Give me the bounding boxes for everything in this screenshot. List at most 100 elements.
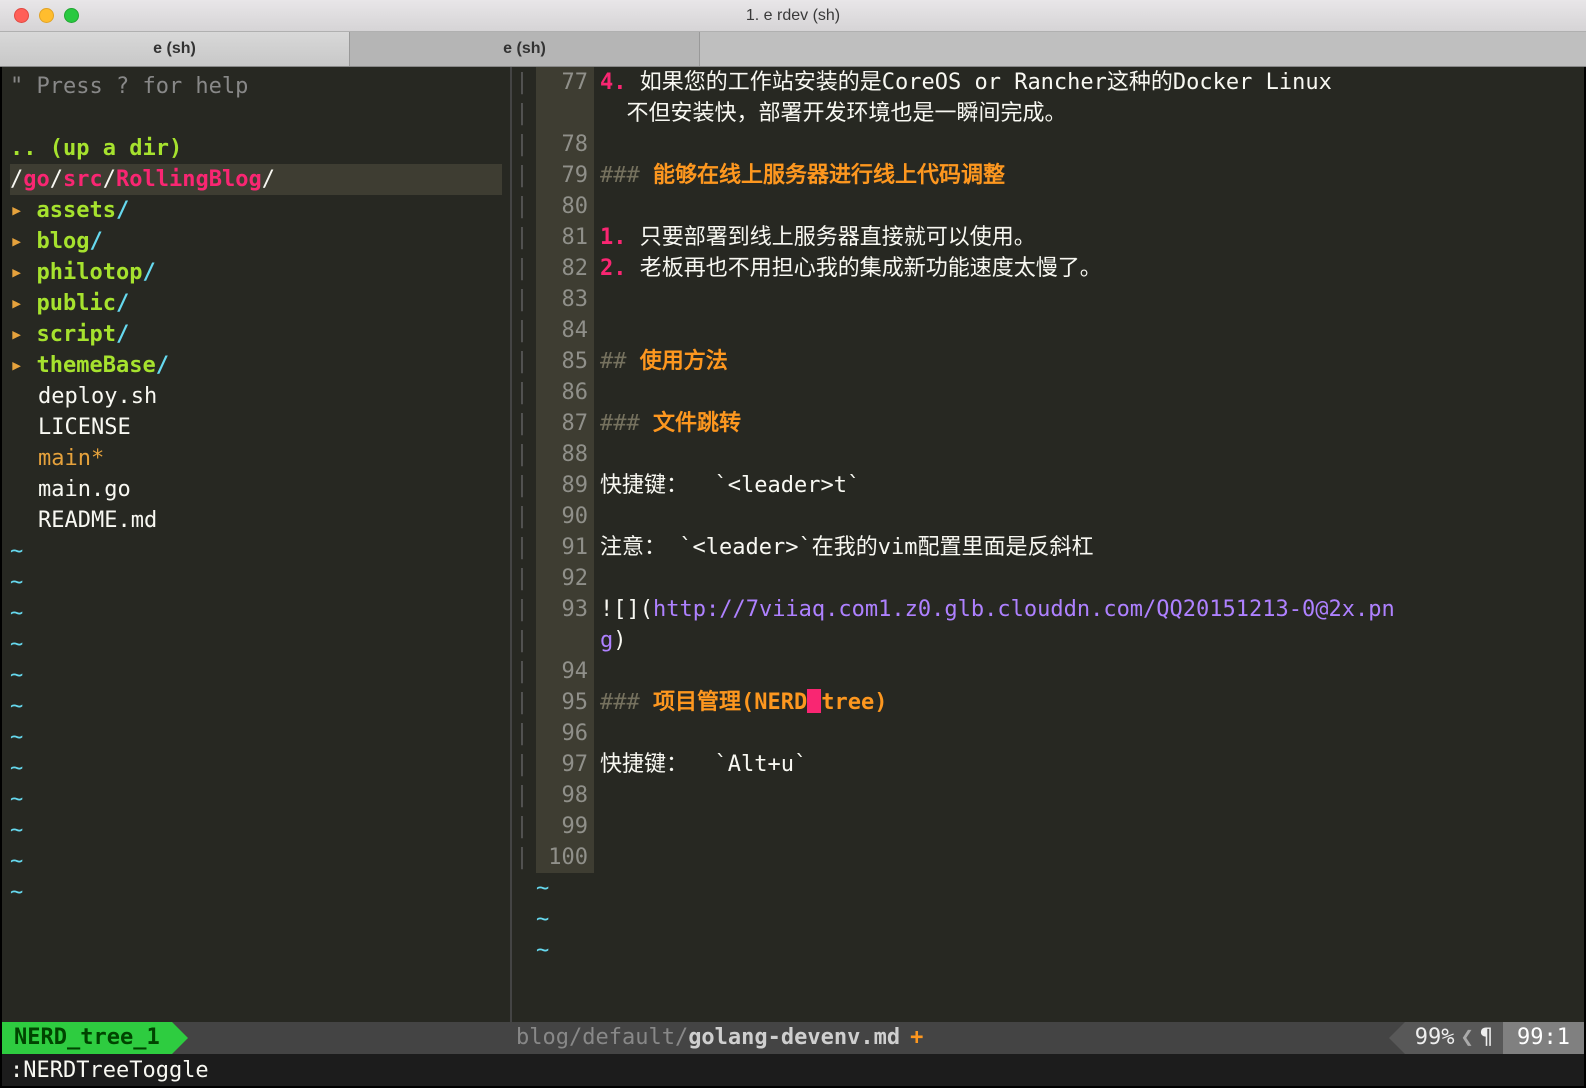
nerdtree-file[interactable]: LICENSE [10,412,502,443]
code-line[interactable]: 92 [536,563,1584,594]
line-number: 92 [536,563,594,594]
tilde: ~ [10,598,502,629]
nerdtree-modified[interactable]: main* [10,443,502,474]
code-line[interactable]: 93![](http://7viiaq.com1.z0.glb.clouddn.… [536,594,1584,625]
nerdtree-root[interactable]: /go/src/RollingBlog/ [10,164,502,195]
code-line[interactable]: 87### 文件跳转 [536,408,1584,439]
code-line[interactable]: 86 [536,377,1584,408]
line-number: 93 [536,594,594,625]
nerdtree-dir[interactable]: ▸ public/ [10,288,502,319]
code-line[interactable]: 95### 项目管理(NERDtree) [536,687,1584,718]
code-line[interactable]: 79### 能够在线上服务器进行线上代码调整 [536,160,1584,191]
line-number: 87 [536,408,594,439]
tilde: ~ [10,784,502,815]
line-number: 79 [536,160,594,191]
nerdtree-dir[interactable]: ▸ script/ [10,319,502,350]
nerdtree-dir[interactable]: ▸ assets/ [10,195,502,226]
code-content[interactable]: 774. 如果您的工作站安装的是CoreOS or Rancher这种的Dock… [532,67,1584,1022]
tilde: ~ [10,691,502,722]
status-line-col: 99:1 [1503,1022,1584,1054]
nerdtree-dir[interactable]: ▸ themeBase/ [10,350,502,381]
code-line[interactable]: 99 [536,811,1584,842]
line-number: 94 [536,656,594,687]
nerdtree-file[interactable]: main.go [10,474,502,505]
tilde: ~ [10,536,502,567]
code-line[interactable]: 97快捷键： `Alt+u` [536,749,1584,780]
code-line[interactable]: 91注意： `<leader>`在我的vim配置里面是反斜杠 [536,532,1584,563]
tab-1[interactable]: e (sh) [0,32,350,66]
nerdtree-file[interactable]: README.md [10,505,502,536]
tilde: ~ [536,873,1584,904]
code-line[interactable]: 98 [536,780,1584,811]
nerdtree-help: " Press ? for help [10,71,502,102]
code-line[interactable]: 822. 老板再也不用担心我的集成新功能速度太慢了。 [536,253,1584,284]
code-line[interactable]: 100 [536,842,1584,873]
tab-2[interactable]: e (sh) [350,32,700,66]
code-line[interactable]: 78 [536,129,1584,160]
nerdtree-content[interactable]: " Press ? for help .. (up a dir) /go/src… [2,67,510,1022]
tilde: ~ [10,722,502,753]
line-number: 84 [536,315,594,346]
status-left: NERD_tree_1 [2,1022,512,1054]
window-title: 1. e rdev (sh) [0,7,1586,25]
line-number: 81 [536,222,594,253]
status-bar: NERD_tree_1 blog/default/golang-devenv.m… [0,1022,1586,1054]
status-path-prefix: blog/default/ [516,1022,688,1054]
line-number: 91 [536,532,594,563]
code-line[interactable]: 88 [536,439,1584,470]
code-line[interactable]: 89快捷键： `<leader>t` [536,470,1584,501]
code-line[interactable]: 96 [536,718,1584,749]
line-number: 78 [536,129,594,160]
split-divider: | | | | | | | | | | | | | | | | | | | | … [512,67,532,1022]
command-line[interactable]: :NERDTreeToggle [0,1054,1586,1088]
tilde: ~ [10,660,502,691]
tilde: ~ [536,935,1584,966]
code-line[interactable]: 80 [536,191,1584,222]
line-number: 86 [536,377,594,408]
code-pane[interactable]: 774. 如果您的工作站安装的是CoreOS or Rancher这种的Dock… [532,67,1584,1022]
status-nerdtree-label: NERD_tree_1 [2,1022,172,1054]
line-number: 77 [536,67,594,98]
code-line[interactable]: 811. 只要部署到线上服务器直接就可以使用。 [536,222,1584,253]
tilde: ~ [536,904,1584,935]
line-number: 97 [536,749,594,780]
nerdtree-dir[interactable]: ▸ philotop/ [10,257,502,288]
tilde: ~ [10,877,502,908]
tab-bar: e (sh) e (sh) [0,32,1586,67]
tilde: ~ [10,846,502,877]
line-number: 98 [536,780,594,811]
editor-area: " Press ? for help .. (up a dir) /go/src… [0,67,1586,1022]
code-line[interactable]: 90 [536,501,1584,532]
status-percent: 99%❮¶ [1405,1022,1503,1054]
line-number: 82 [536,253,594,284]
nerdtree-pane[interactable]: " Press ? for help .. (up a dir) /go/src… [2,67,512,1022]
code-line[interactable]: 85## 使用方法 [536,346,1584,377]
tilde: ~ [10,815,502,846]
line-number: 96 [536,718,594,749]
macos-titlebar: 1. e rdev (sh) [0,0,1586,32]
status-filename: golang-devenv.md [688,1022,900,1054]
tilde: ~ [10,567,502,598]
cursor [807,689,821,713]
line-number: 90 [536,501,594,532]
code-line[interactable]: 774. 如果您的工作站安装的是CoreOS or Rancher这种的Dock… [536,67,1584,98]
status-right: blog/default/golang-devenv.md + 99%❮¶ 99… [512,1022,1584,1054]
paragraph-icon: ¶ [1480,1025,1493,1050]
code-line[interactable]: 84 [536,315,1584,346]
line-number: 99 [536,811,594,842]
line-number: 80 [536,191,594,222]
nerdtree-updir[interactable]: .. (up a dir) [10,133,502,164]
nerdtree-dir[interactable]: ▸ blog/ [10,226,502,257]
line-number: 83 [536,284,594,315]
nerdtree-file[interactable]: deploy.sh [10,381,502,412]
line-number: 100 [536,842,594,873]
line-number: 88 [536,439,594,470]
line-number: 85 [536,346,594,377]
code-line[interactable]: 94 [536,656,1584,687]
line-number: 95 [536,687,594,718]
tilde: ~ [10,753,502,784]
tilde: ~ [10,629,502,660]
line-number: 89 [536,470,594,501]
code-line[interactable]: 83 [536,284,1584,315]
status-modified-icon: + [910,1022,923,1054]
